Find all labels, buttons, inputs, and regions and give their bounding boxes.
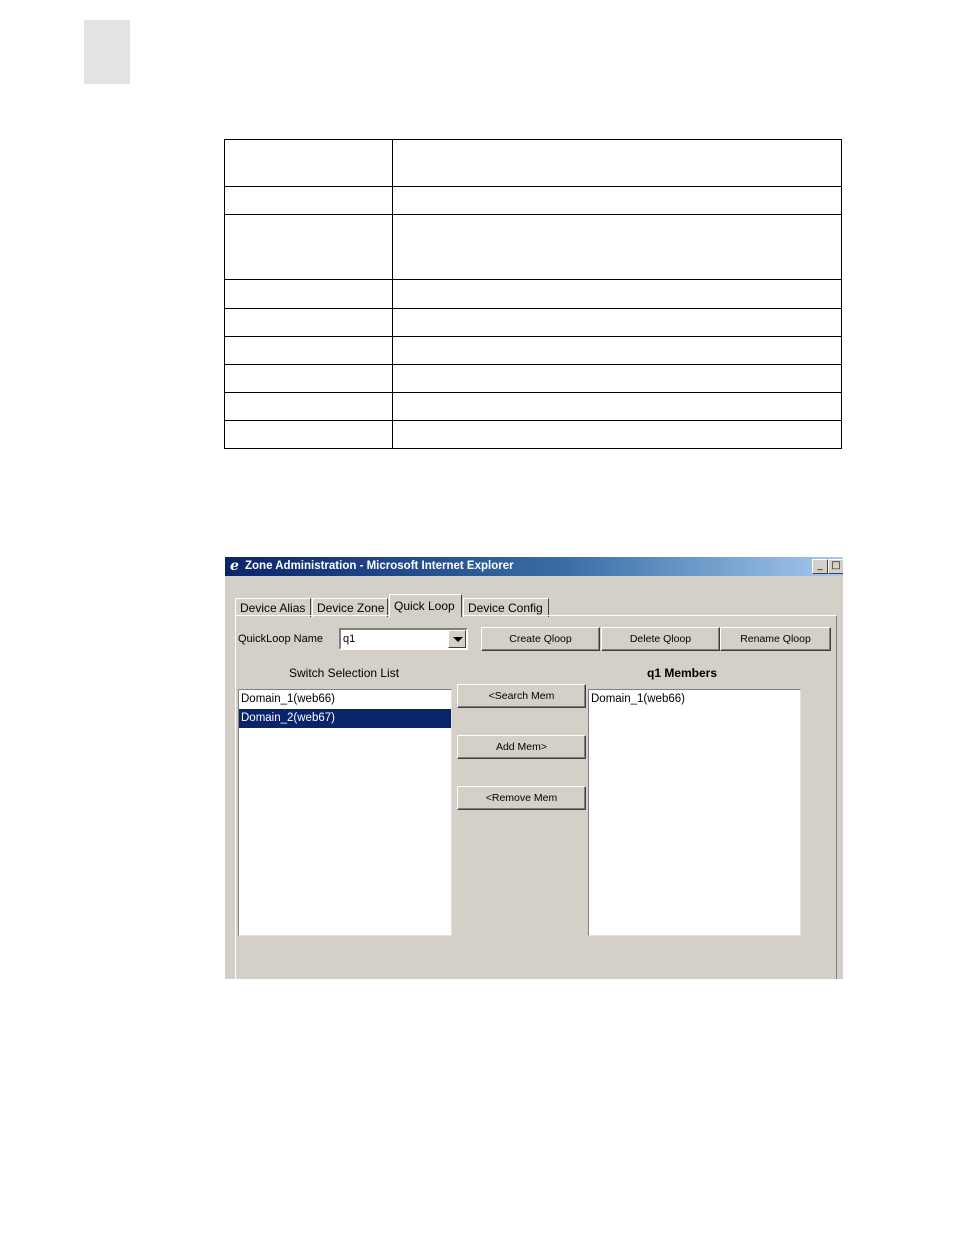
chevron-down-icon[interactable] [448, 630, 466, 648]
list-item[interactable]: Domain_1(web66) [239, 690, 451, 709]
members-listbox[interactable]: Domain_1(web66) [588, 689, 801, 936]
list-item[interactable]: Domain_1(web66) [589, 690, 800, 709]
remove-mem-button[interactable]: <Remove Mem [457, 786, 586, 810]
table-row [224, 307, 842, 337]
internet-explorer-icon: e [230, 558, 239, 574]
search-mem-button[interactable]: <Search Mem [457, 684, 586, 708]
table-row [224, 419, 842, 450]
table-row [224, 335, 842, 365]
rename-qloop-button[interactable]: Rename Qloop [720, 627, 831, 651]
table-row [224, 138, 842, 188]
members-heading: q1 Members [647, 666, 718, 680]
maximize-button[interactable]: □ [828, 559, 843, 574]
delete-qloop-button[interactable]: Delete Qloop [601, 627, 720, 651]
table-row [224, 279, 842, 309]
zone-admin-window: e Zone Administration - Microsoft Intern… [224, 557, 843, 979]
list-item[interactable]: Domain_2(web67) [239, 709, 451, 728]
quickloop-name-label: QuickLoop Name [238, 633, 323, 645]
add-mem-button[interactable]: Add Mem> [457, 735, 586, 759]
table-row [224, 186, 842, 216]
switch-selection-list-heading: Switch Selection List [289, 666, 400, 680]
tab-quick-loop[interactable]: Quick Loop [389, 594, 462, 617]
table-row [224, 363, 842, 393]
create-qloop-button[interactable]: Create Qloop [481, 627, 600, 651]
quickloop-selected-value: q1 [343, 633, 356, 645]
page-thumb-tab [84, 20, 130, 84]
table-row [224, 391, 842, 421]
window-title: Zone Administration - Microsoft Internet… [245, 560, 514, 572]
minimize-button[interactable]: _ [812, 559, 828, 574]
switch-selection-listbox[interactable]: Domain_1(web66) Domain_2(web67) [238, 689, 452, 936]
title-bar[interactable]: e Zone Administration - Microsoft Intern… [225, 557, 843, 576]
blank-table [224, 138, 842, 450]
quickloop-name-select[interactable]: q1 [339, 628, 468, 650]
table-row [224, 214, 842, 281]
